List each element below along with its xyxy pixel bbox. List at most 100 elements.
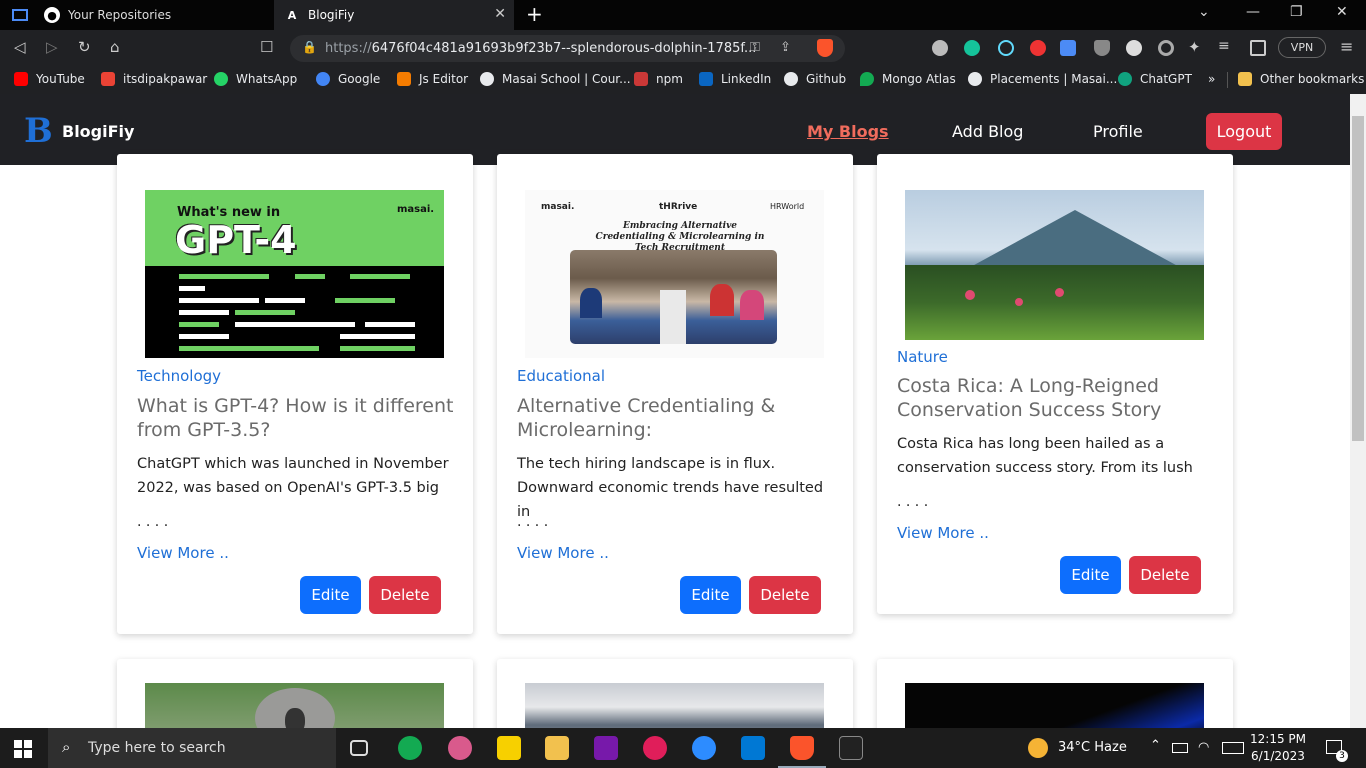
image-title: GPT-4 (175, 218, 297, 262)
bookmark-chatgpt[interactable]: ChatGPT (1118, 72, 1192, 86)
bookmark-js-editor[interactable]: Js Editor (397, 72, 468, 86)
delete-button[interactable]: Delete (749, 576, 821, 614)
tab-blogifiy[interactable]: A BlogiFiy ✕ (274, 0, 514, 30)
battery-icon[interactable] (1172, 743, 1188, 753)
extension-camera-icon[interactable] (932, 40, 948, 56)
bookmark-npm[interactable]: npm (634, 72, 683, 86)
bookmark-github[interactable]: Github (784, 72, 846, 86)
terminal-icon[interactable] (839, 736, 863, 760)
blog-card (117, 659, 473, 728)
weather-text[interactable]: 34°C Haze (1058, 740, 1127, 755)
file-explorer-icon[interactable] (545, 736, 569, 760)
zoom-icon[interactable] (692, 736, 716, 760)
gmail-icon (101, 72, 115, 86)
record-ext-icon[interactable] (1158, 40, 1174, 56)
sidebar-icon[interactable] (1250, 40, 1266, 56)
more-bookmarks-icon[interactable]: » (1208, 72, 1215, 86)
edit-button[interactable]: Edite (1060, 556, 1121, 594)
tab-your-repositories[interactable]: ● Your Repositories (34, 0, 274, 30)
react-devtools-icon[interactable] (998, 40, 1014, 56)
reload-icon[interactable]: ↻ (78, 38, 91, 56)
bookmark-mongo-atlas[interactable]: Mongo Atlas (860, 72, 956, 86)
nav-my-blogs[interactable]: My Blogs (807, 122, 889, 141)
share-icon[interactable]: ⇪ (780, 40, 791, 55)
restore-icon[interactable]: ❐ (1290, 4, 1303, 20)
edit-button[interactable]: Edite (300, 576, 361, 614)
vscode-icon[interactable] (741, 736, 765, 760)
hrworld-logo: HRWorld (770, 202, 805, 211)
blog-ellipsis: . . . . (897, 494, 929, 510)
vpn-label: VPN (1290, 41, 1314, 54)
bookmark-itsdipakpawar[interactable]: itsdipakpawar (101, 72, 207, 86)
onenote-icon[interactable] (594, 736, 618, 760)
key-icon[interactable]: ⚿ (750, 40, 760, 55)
tray-chevron-icon[interactable]: ⌃ (1150, 738, 1161, 753)
folder-icon (1238, 72, 1252, 86)
home-icon[interactable]: ⌂ (110, 38, 120, 56)
edit-button[interactable]: Edite (680, 576, 741, 614)
delete-button[interactable]: Delete (1129, 556, 1201, 594)
wifi-icon[interactable]: ◠ (1198, 740, 1209, 755)
scrollbar-thumb[interactable] (1352, 116, 1364, 441)
view-more-link[interactable]: View More .. (517, 544, 609, 562)
grammarly-icon[interactable] (964, 40, 980, 56)
slack-icon[interactable] (643, 736, 667, 760)
minimize-icon[interactable]: — (1246, 4, 1260, 20)
bookmark-google[interactable]: Google (316, 72, 380, 86)
url-bar[interactable]: 🔒 https://6476f04c481a91693b9f23b7--sple… (290, 35, 845, 62)
bookmark-icon[interactable]: ☐ (260, 38, 273, 56)
view-more-link[interactable]: View More .. (897, 524, 989, 542)
globe-icon (480, 72, 494, 86)
bookmark-whatsapp[interactable]: WhatsApp (214, 72, 297, 86)
tab-title: Your Repositories (68, 8, 172, 22)
taskbar-search-input[interactable]: ⌕ Type here to search (48, 728, 336, 768)
dev-ext-icon[interactable] (1126, 40, 1142, 56)
nav-add-blog[interactable]: Add Blog (952, 122, 1023, 141)
system-clock[interactable]: 12:15 PM 6/1/2023 (1250, 731, 1306, 765)
clock-date: 6/1/2023 (1251, 749, 1305, 763)
pokeball-icon[interactable] (1030, 40, 1046, 56)
brave-shield-icon[interactable] (817, 39, 833, 57)
mongodb-compass-icon[interactable] (398, 736, 422, 760)
shield-ext-icon[interactable] (1094, 40, 1110, 56)
blog-image-koala (145, 683, 444, 728)
windows-start-icon[interactable] (14, 740, 32, 758)
menu-icon[interactable]: ≡ (1340, 37, 1356, 56)
vpn-button[interactable]: VPN (1278, 37, 1326, 58)
sticky-notes-icon[interactable] (497, 736, 521, 760)
back-icon[interactable]: ◁ (14, 38, 26, 56)
blog-title: What is GPT-4? How is it different from … (137, 395, 454, 441)
task-view-icon[interactable] (350, 740, 368, 756)
blog-image-volcano (905, 190, 1204, 340)
brand-name[interactable]: BlogiFiy (62, 122, 134, 141)
close-tab-icon[interactable]: ✕ (494, 6, 506, 22)
blogify-icon: A (287, 8, 297, 22)
delete-button[interactable]: Delete (369, 576, 441, 614)
blog-description: ChatGPT which was launched in November 2… (137, 456, 449, 496)
close-window-icon[interactable]: ✕ (1336, 4, 1348, 20)
blog-category: Educational (517, 367, 606, 385)
brand-logo[interactable]: B (24, 114, 53, 148)
view-more-link[interactable]: View More .. (137, 544, 229, 562)
forward-icon[interactable]: ▷ (46, 38, 58, 56)
nav-profile[interactable]: Profile (1093, 122, 1143, 141)
playlist-icon[interactable]: ≡ (1218, 38, 1234, 54)
window-menu-icon[interactable] (12, 9, 28, 21)
github-icon (784, 72, 798, 86)
blog-image-gpt4: What's new in masai. GPT-4 (145, 190, 444, 358)
bookmark-youtube[interactable]: YouTube (14, 72, 85, 86)
blog-card (497, 659, 853, 728)
new-tab-icon[interactable]: + (526, 2, 543, 26)
other-bookmarks[interactable]: Other bookmarks (1238, 72, 1364, 86)
brave-browser-icon[interactable] (790, 736, 814, 760)
bookmark-masai-school[interactable]: Masai School | Cour... (480, 72, 631, 86)
bookmark-linkedin[interactable]: LinkedIn (699, 72, 771, 86)
paint-icon[interactable] (448, 736, 472, 760)
logout-button[interactable]: Logout (1206, 113, 1282, 150)
bookmark-placements[interactable]: Placements | Masai... (968, 72, 1117, 86)
keyboard-icon[interactable] (1222, 742, 1244, 754)
puzzle-icon[interactable]: ✦ (1188, 38, 1204, 56)
blog-title: Costa Rica: A Long-Reigned Conservation … (897, 375, 1162, 421)
tab-search-icon[interactable]: ⌄ (1198, 4, 1210, 20)
screen-capture-icon[interactable] (1060, 40, 1076, 56)
